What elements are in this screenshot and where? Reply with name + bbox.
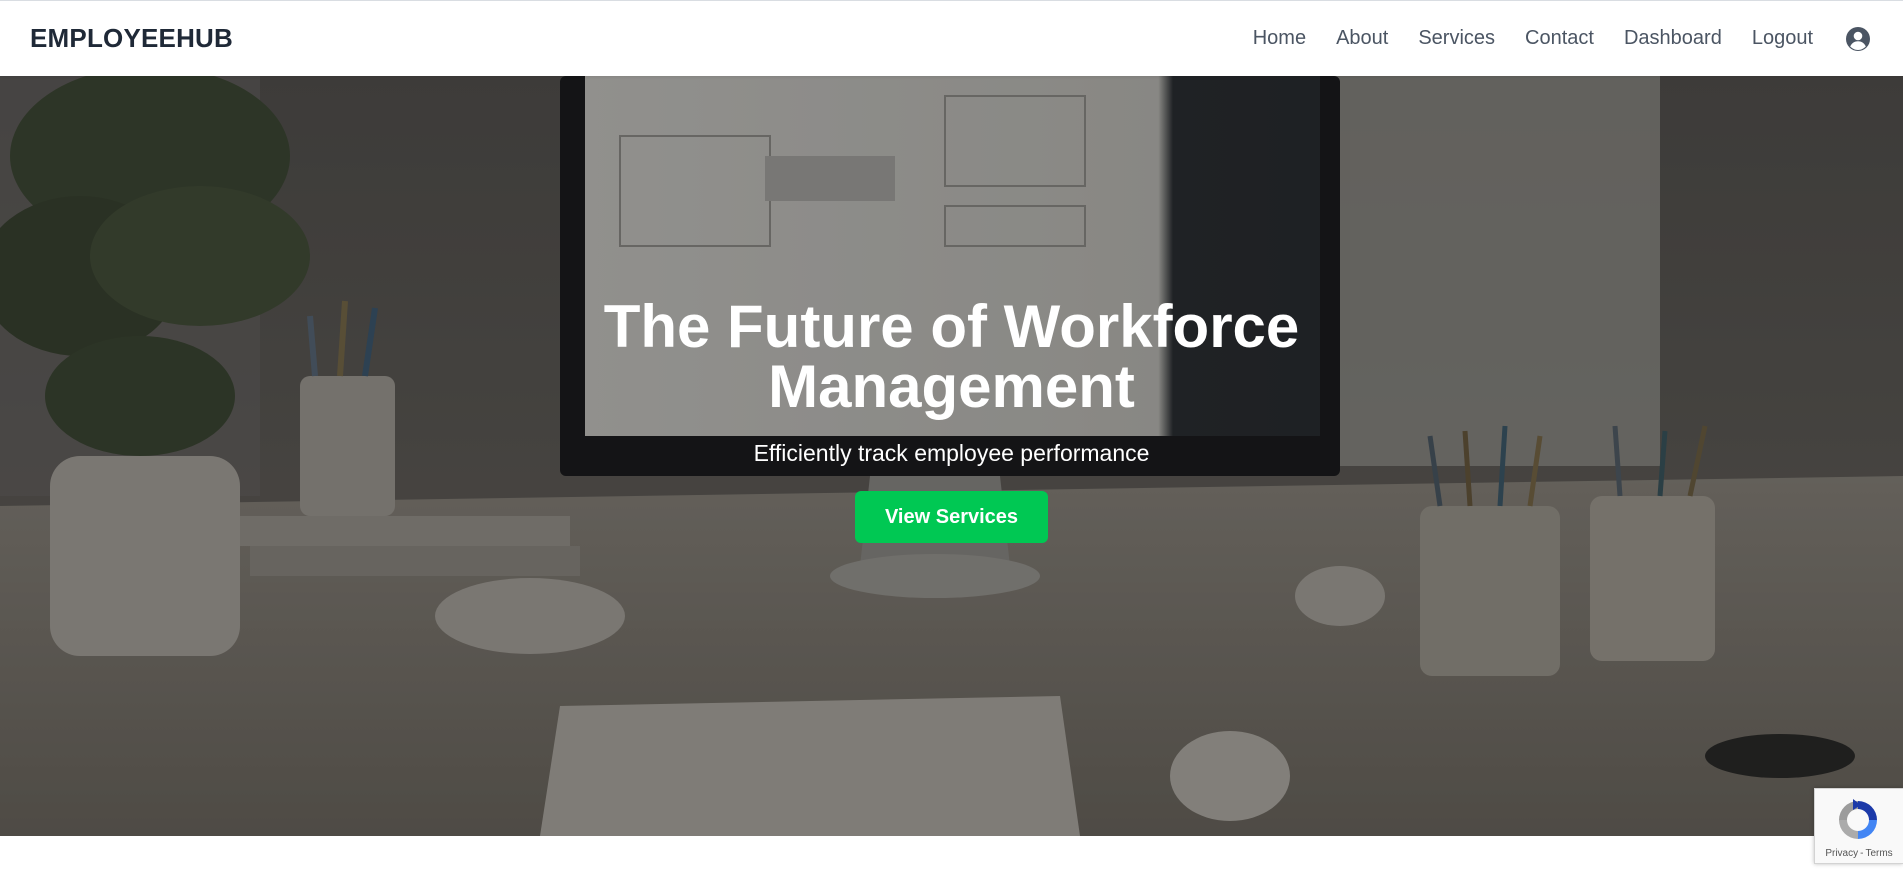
nav-link-contact[interactable]: Contact — [1525, 27, 1594, 50]
hero-section: The Future of Workforce Management Effic… — [0, 76, 1903, 836]
nav-link-dashboard[interactable]: Dashboard — [1624, 27, 1722, 50]
hero-title: The Future of Workforce Management — [603, 293, 1300, 420]
recaptcha-separator: - — [1860, 848, 1864, 859]
nav-link-home[interactable]: Home — [1253, 27, 1306, 50]
top-navbar: EMPLOYEEHUB Home About Services Contact … — [0, 0, 1903, 76]
user-circle-icon[interactable] — [1845, 26, 1871, 52]
recaptcha-badge[interactable]: Privacy - Terms — [1814, 788, 1903, 864]
nav-link-about[interactable]: About — [1336, 27, 1388, 50]
recaptcha-icon — [1839, 799, 1877, 839]
main-nav: Home About Services Contact Dashboard Lo… — [1253, 26, 1871, 52]
hero-content: The Future of Workforce Management Effic… — [0, 76, 1903, 836]
hero-subtitle: Efficiently track employee performance — [753, 440, 1150, 466]
nav-link-logout[interactable]: Logout — [1752, 27, 1813, 50]
brand-logo-text[interactable]: EMPLOYEEHUB — [30, 23, 233, 54]
view-services-button[interactable]: View Services — [855, 491, 1048, 543]
recaptcha-links: Privacy - Terms — [1825, 848, 1892, 859]
recaptcha-privacy-link[interactable]: Privacy — [1825, 848, 1858, 859]
page: EMPLOYEEHUB Home About Services Contact … — [0, 0, 1903, 878]
recaptcha-terms-link[interactable]: Terms — [1865, 848, 1892, 859]
nav-link-services[interactable]: Services — [1418, 27, 1495, 50]
